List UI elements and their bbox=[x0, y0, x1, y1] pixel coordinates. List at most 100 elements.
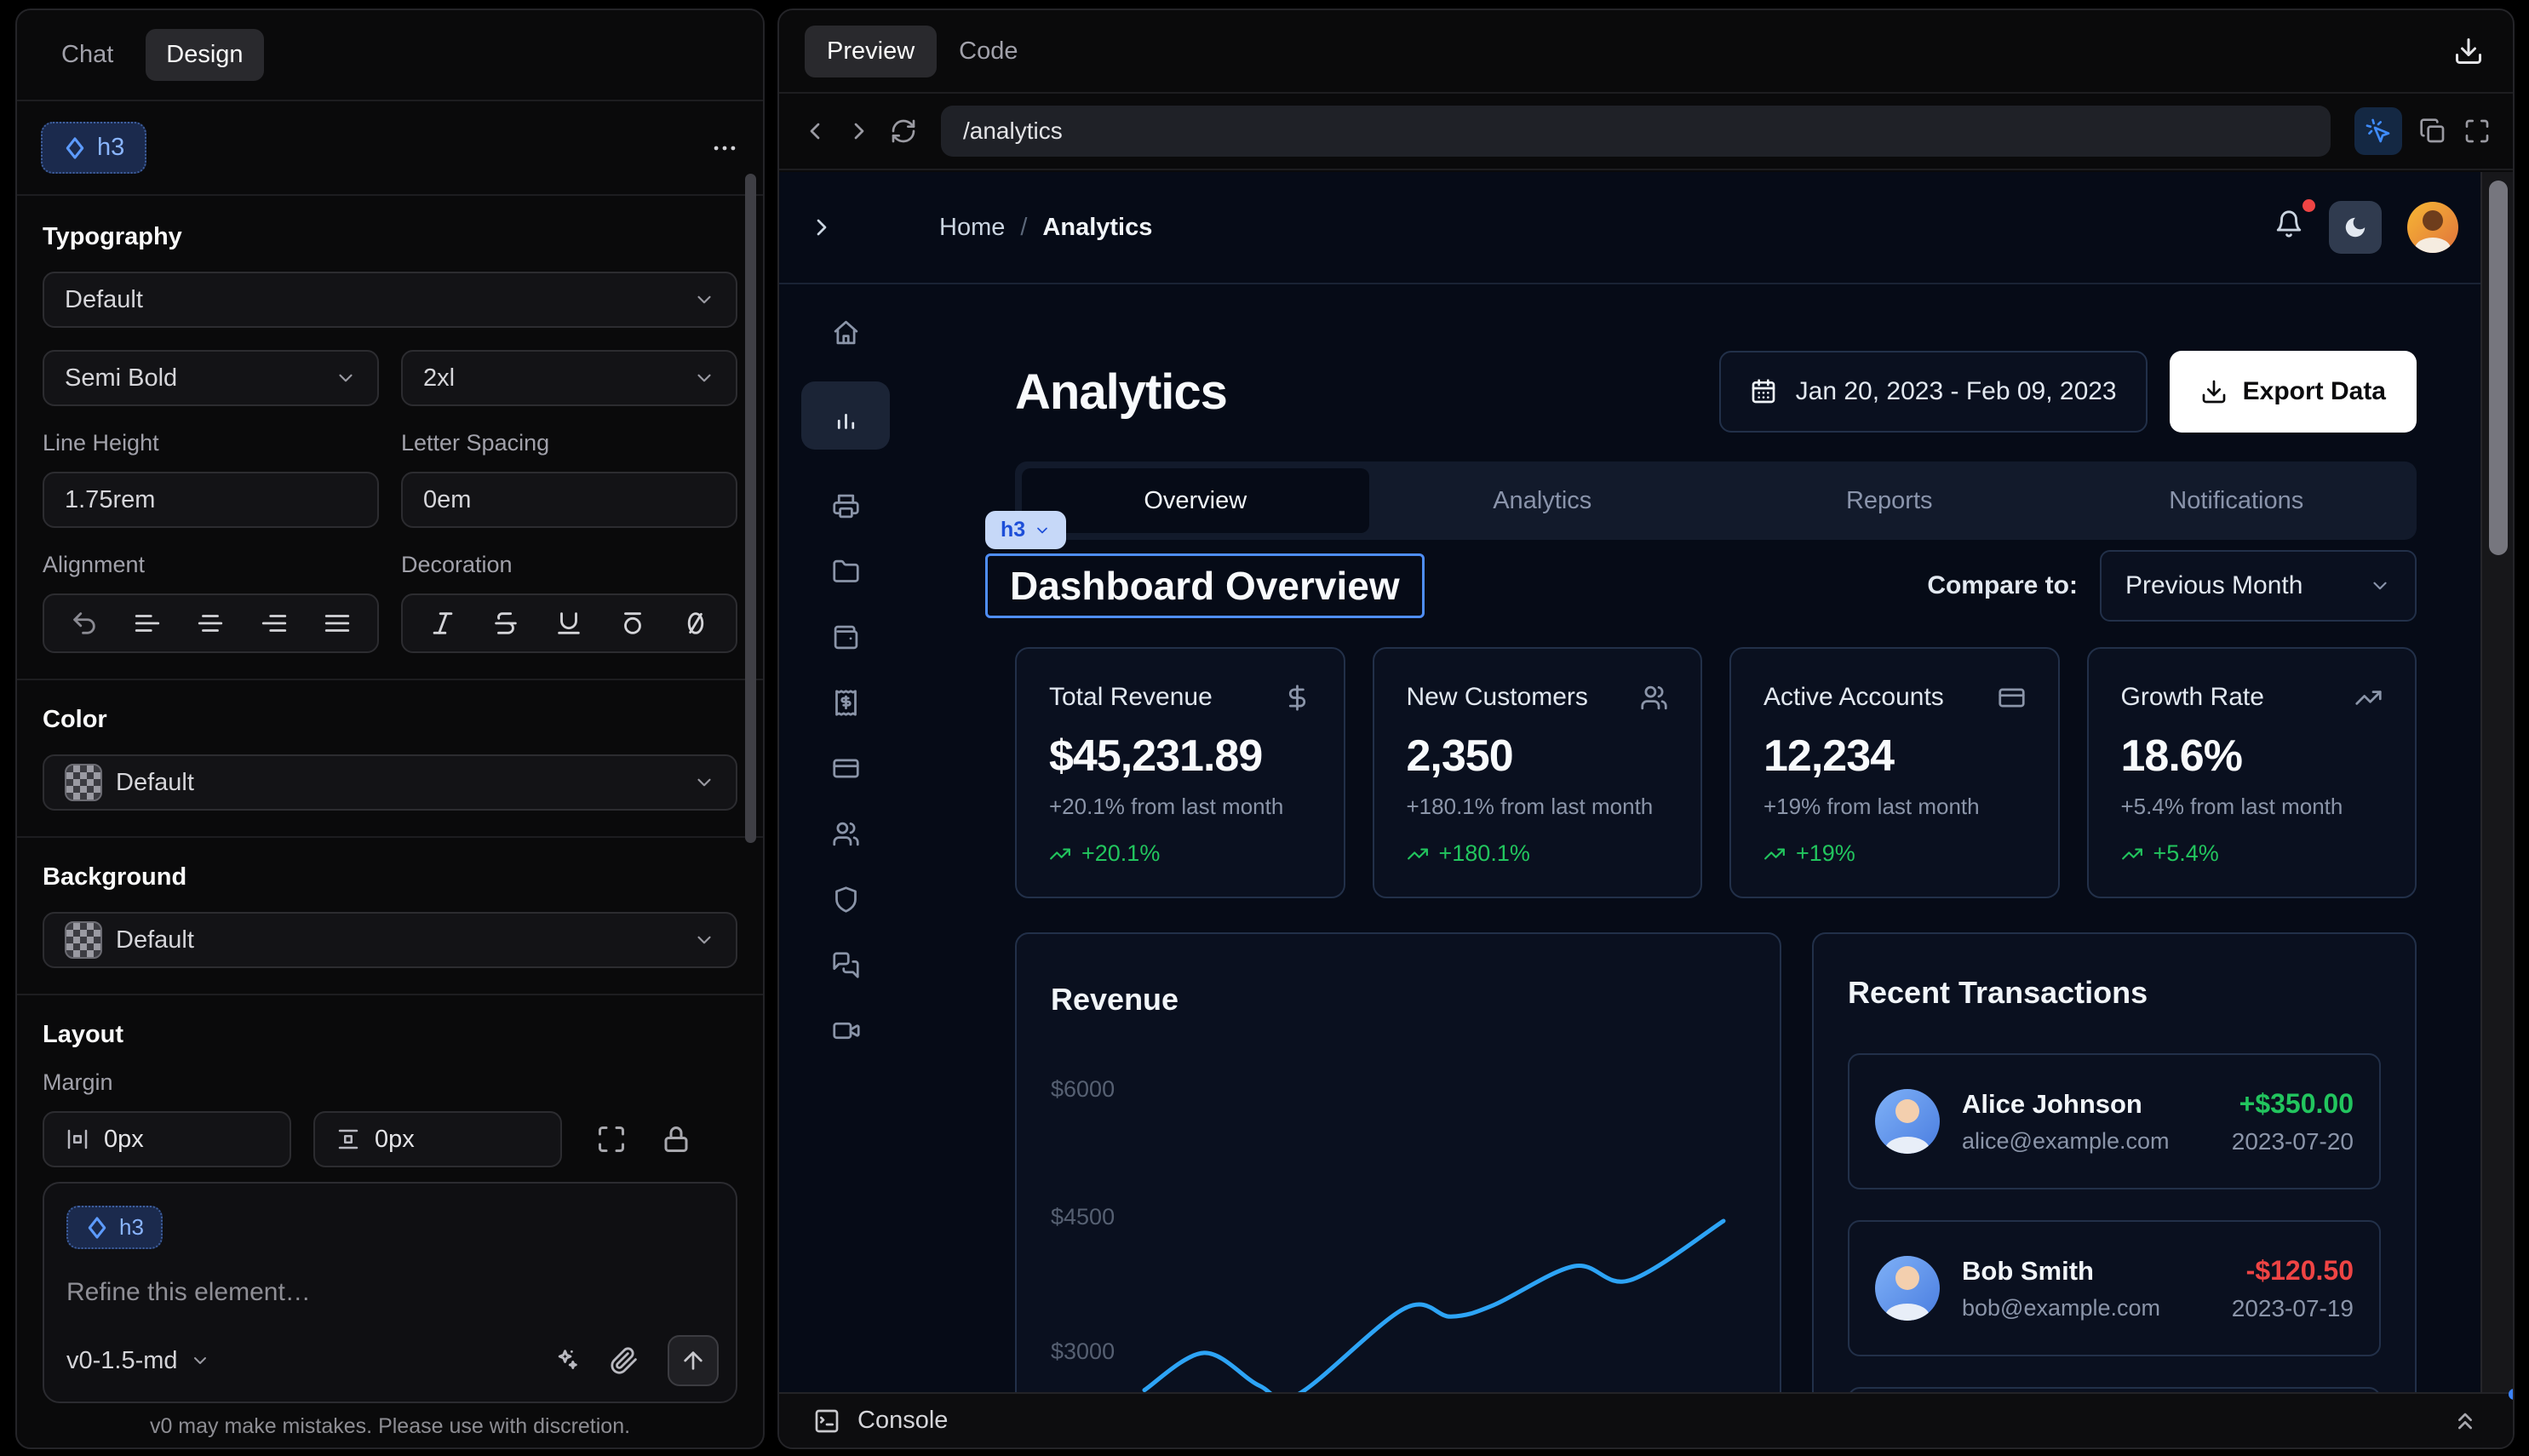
date-range-button[interactable]: Jan 20, 2023 - Feb 09, 2023 bbox=[1719, 351, 2148, 433]
avatar[interactable] bbox=[2407, 202, 2458, 253]
undo-icon[interactable] bbox=[70, 609, 99, 638]
url-input[interactable]: /analytics bbox=[941, 106, 2331, 157]
breadcrumb-current: Analytics bbox=[1042, 214, 1152, 242]
sidebar-item-receipts[interactable] bbox=[832, 689, 860, 717]
send-button[interactable] bbox=[668, 1335, 719, 1386]
model-select[interactable]: v0-1.5-md bbox=[66, 1347, 210, 1375]
align-right-icon[interactable] bbox=[260, 609, 289, 638]
sidebar-item-users[interactable] bbox=[832, 820, 860, 848]
sidebar-item-wallet[interactable] bbox=[832, 623, 860, 651]
underline-icon[interactable] bbox=[554, 609, 583, 638]
composer-element-badge[interactable]: h3 bbox=[66, 1206, 163, 1249]
tab-notifications[interactable]: Notifications bbox=[2063, 468, 2411, 533]
background-select[interactable]: Default bbox=[43, 912, 737, 968]
transaction-row[interactable]: Bob Smith bob@example.com -$120.50 2023-… bbox=[1848, 1220, 2381, 1356]
compare-select[interactable]: Previous Month bbox=[2100, 550, 2417, 622]
font-size-select[interactable]: 2xl bbox=[401, 350, 737, 406]
sidebar-toggle-icon[interactable] bbox=[808, 214, 835, 241]
preview-url-bar: /analytics bbox=[779, 92, 2513, 170]
italic-icon[interactable] bbox=[428, 609, 457, 638]
stat-trend-value: +20.1% bbox=[1081, 840, 1160, 867]
margin-x-input[interactable]: 0px bbox=[43, 1111, 291, 1167]
chevron-down-icon bbox=[693, 929, 715, 951]
letter-spacing-input[interactable]: 0em bbox=[401, 472, 737, 528]
margin-y-icon bbox=[335, 1126, 361, 1152]
export-data-button[interactable]: Export Data bbox=[2170, 351, 2417, 433]
expand-icon[interactable] bbox=[596, 1124, 627, 1155]
transaction-row[interactable]: Alice Johnson alice@example.com +$350.00… bbox=[1848, 1053, 2381, 1189]
selection-tag-pill[interactable]: h3 bbox=[985, 511, 1066, 549]
strikethrough-icon[interactable] bbox=[491, 609, 520, 638]
tab-design[interactable]: Design bbox=[146, 29, 263, 81]
breadcrumb-home[interactable]: Home bbox=[939, 214, 1005, 242]
refresh-icon[interactable] bbox=[890, 118, 917, 145]
paperclip-icon[interactable] bbox=[610, 1346, 639, 1375]
font-family-select[interactable]: Default bbox=[43, 272, 737, 328]
color-select[interactable]: Default bbox=[43, 754, 737, 811]
margin-x-value: 0px bbox=[104, 1126, 144, 1154]
background-value: Default bbox=[116, 926, 680, 954]
fullscreen-icon[interactable] bbox=[2463, 118, 2491, 145]
console-bar[interactable]: Console bbox=[779, 1392, 2513, 1447]
sidebar-item-security[interactable] bbox=[832, 886, 860, 914]
tab-preview[interactable]: Preview bbox=[805, 26, 937, 77]
sidebar-item-analytics[interactable] bbox=[832, 404, 860, 433]
composer-input[interactable]: Refine this element… bbox=[66, 1278, 714, 1307]
section-heading-selected[interactable]: Dashboard Overview bbox=[985, 553, 1425, 618]
inspect-cursor-button[interactable] bbox=[2354, 107, 2402, 155]
preview-scrollbar[interactable] bbox=[2480, 172, 2513, 1392]
back-icon[interactable] bbox=[801, 118, 829, 145]
selected-element-badge[interactable]: h3 bbox=[41, 122, 146, 174]
margin-label: Margin bbox=[43, 1069, 737, 1096]
tab-overview[interactable]: Overview bbox=[1022, 468, 1369, 533]
tab-code[interactable]: Code bbox=[937, 26, 1040, 77]
terminal-icon bbox=[813, 1407, 840, 1435]
stat-title: Active Accounts bbox=[1763, 683, 1944, 712]
tab-analytics[interactable]: Analytics bbox=[1369, 468, 1717, 533]
moon-icon bbox=[2343, 215, 2368, 240]
trending-up-icon bbox=[2354, 684, 2383, 712]
sidebar-item-invoices[interactable] bbox=[832, 492, 860, 520]
calendar-icon bbox=[1750, 378, 1777, 405]
composer-element-label: h3 bbox=[119, 1214, 144, 1241]
forward-icon[interactable] bbox=[846, 118, 873, 145]
stat-trend-value: +180.1% bbox=[1439, 840, 1530, 867]
stat-title: Total Revenue bbox=[1049, 683, 1213, 712]
diamond-icon bbox=[63, 136, 87, 160]
no-decoration-icon[interactable] bbox=[681, 609, 710, 638]
chevrons-up-icon[interactable] bbox=[2452, 1407, 2479, 1435]
more-options-icon[interactable] bbox=[710, 134, 739, 163]
sidebar-item-messages[interactable] bbox=[832, 951, 860, 979]
tab-chat[interactable]: Chat bbox=[41, 29, 134, 81]
align-center-icon[interactable] bbox=[196, 609, 225, 638]
sparkles-icon[interactable] bbox=[552, 1346, 581, 1375]
selected-element-row: h3 bbox=[17, 101, 763, 196]
breadcrumb: Home / Analytics bbox=[939, 214, 1152, 242]
lock-icon[interactable] bbox=[661, 1124, 691, 1155]
download-icon[interactable] bbox=[2453, 36, 2484, 66]
line-height-input[interactable]: 1.75rem bbox=[43, 472, 379, 528]
diamond-icon bbox=[85, 1216, 109, 1240]
transaction-amount: -$120.50 bbox=[2246, 1255, 2354, 1287]
compare-value: Previous Month bbox=[2125, 571, 2302, 600]
credit-card-icon bbox=[1998, 684, 2026, 712]
sidebar-item-home[interactable] bbox=[832, 318, 860, 347]
preview-scrollbar-thumb[interactable] bbox=[2489, 181, 2508, 555]
align-left-icon[interactable] bbox=[133, 609, 162, 638]
overline-icon[interactable] bbox=[618, 609, 647, 638]
margin-y-input[interactable]: 0px bbox=[313, 1111, 562, 1167]
preview-tab-bar: Preview Code bbox=[779, 10, 2513, 92]
sidebar-item-files[interactable] bbox=[832, 558, 860, 586]
font-weight-select[interactable]: Semi Bold bbox=[43, 350, 379, 406]
sidebar-item-cards[interactable] bbox=[832, 754, 860, 782]
transaction-date: 2023-07-19 bbox=[2232, 1295, 2354, 1322]
notifications-button[interactable] bbox=[2274, 209, 2303, 246]
align-justify-icon[interactable] bbox=[323, 609, 352, 638]
sidebar-item-video[interactable] bbox=[832, 1017, 860, 1045]
theme-toggle-button[interactable] bbox=[2329, 201, 2382, 254]
selection-tag-label: h3 bbox=[1001, 518, 1025, 542]
panel-scrollbar[interactable] bbox=[745, 174, 756, 843]
copy-icon[interactable] bbox=[2419, 118, 2446, 145]
tab-reports[interactable]: Reports bbox=[1716, 468, 2063, 533]
app-header: Home / Analytics bbox=[779, 172, 2513, 284]
